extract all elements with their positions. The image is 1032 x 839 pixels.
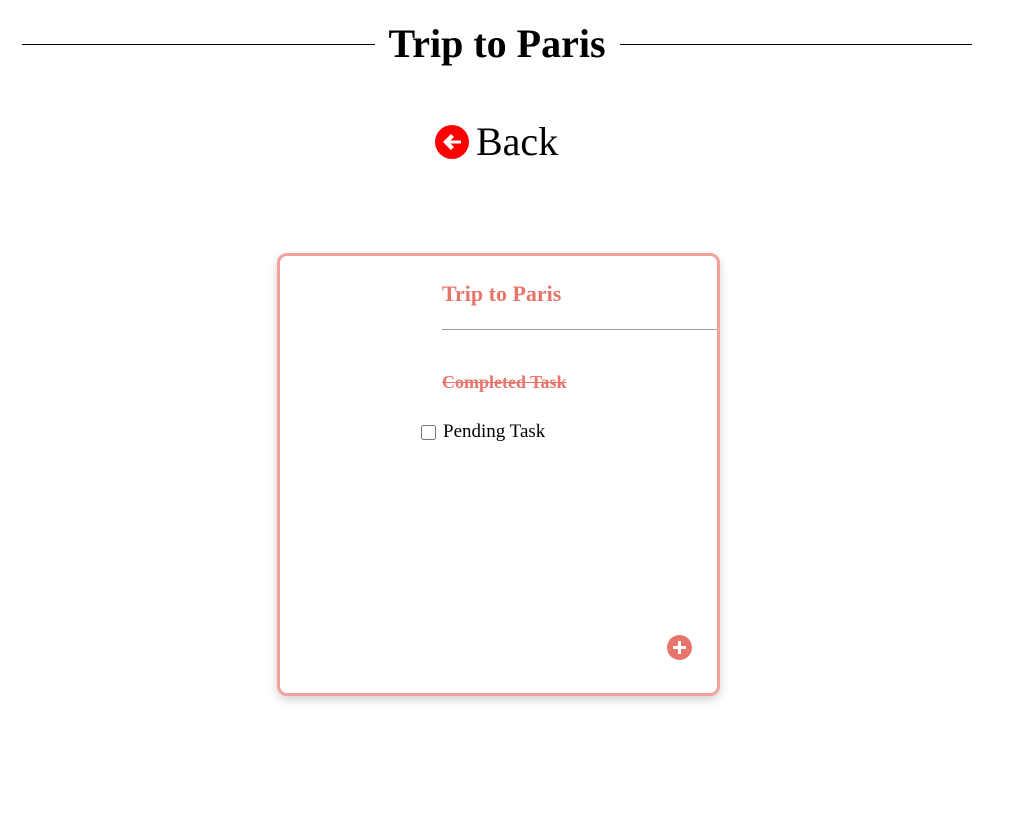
arrow-circle-left-icon	[434, 124, 470, 160]
add-task-button[interactable]	[667, 635, 692, 660]
page-title: Trip to Paris	[388, 21, 606, 66]
list-card: Trip to Paris Completed Task Pending Tas…	[277, 253, 720, 696]
completed-task[interactable]: Completed Task	[442, 370, 567, 394]
pending-task-row[interactable]: Pending Task	[421, 420, 545, 444]
page-header: Trip to Paris	[22, 21, 973, 66]
pending-task-label: Pending Task	[443, 421, 546, 442]
card-divider	[442, 329, 717, 330]
header-divider-left	[22, 43, 375, 45]
back-link[interactable]: Back	[434, 118, 558, 166]
back-label: Back	[476, 119, 559, 164]
plus-circle-icon	[673, 641, 686, 654]
header-divider-right	[619, 43, 973, 45]
card-title: Trip to Paris	[442, 281, 562, 306]
pending-task-checkbox[interactable]	[421, 424, 436, 440]
